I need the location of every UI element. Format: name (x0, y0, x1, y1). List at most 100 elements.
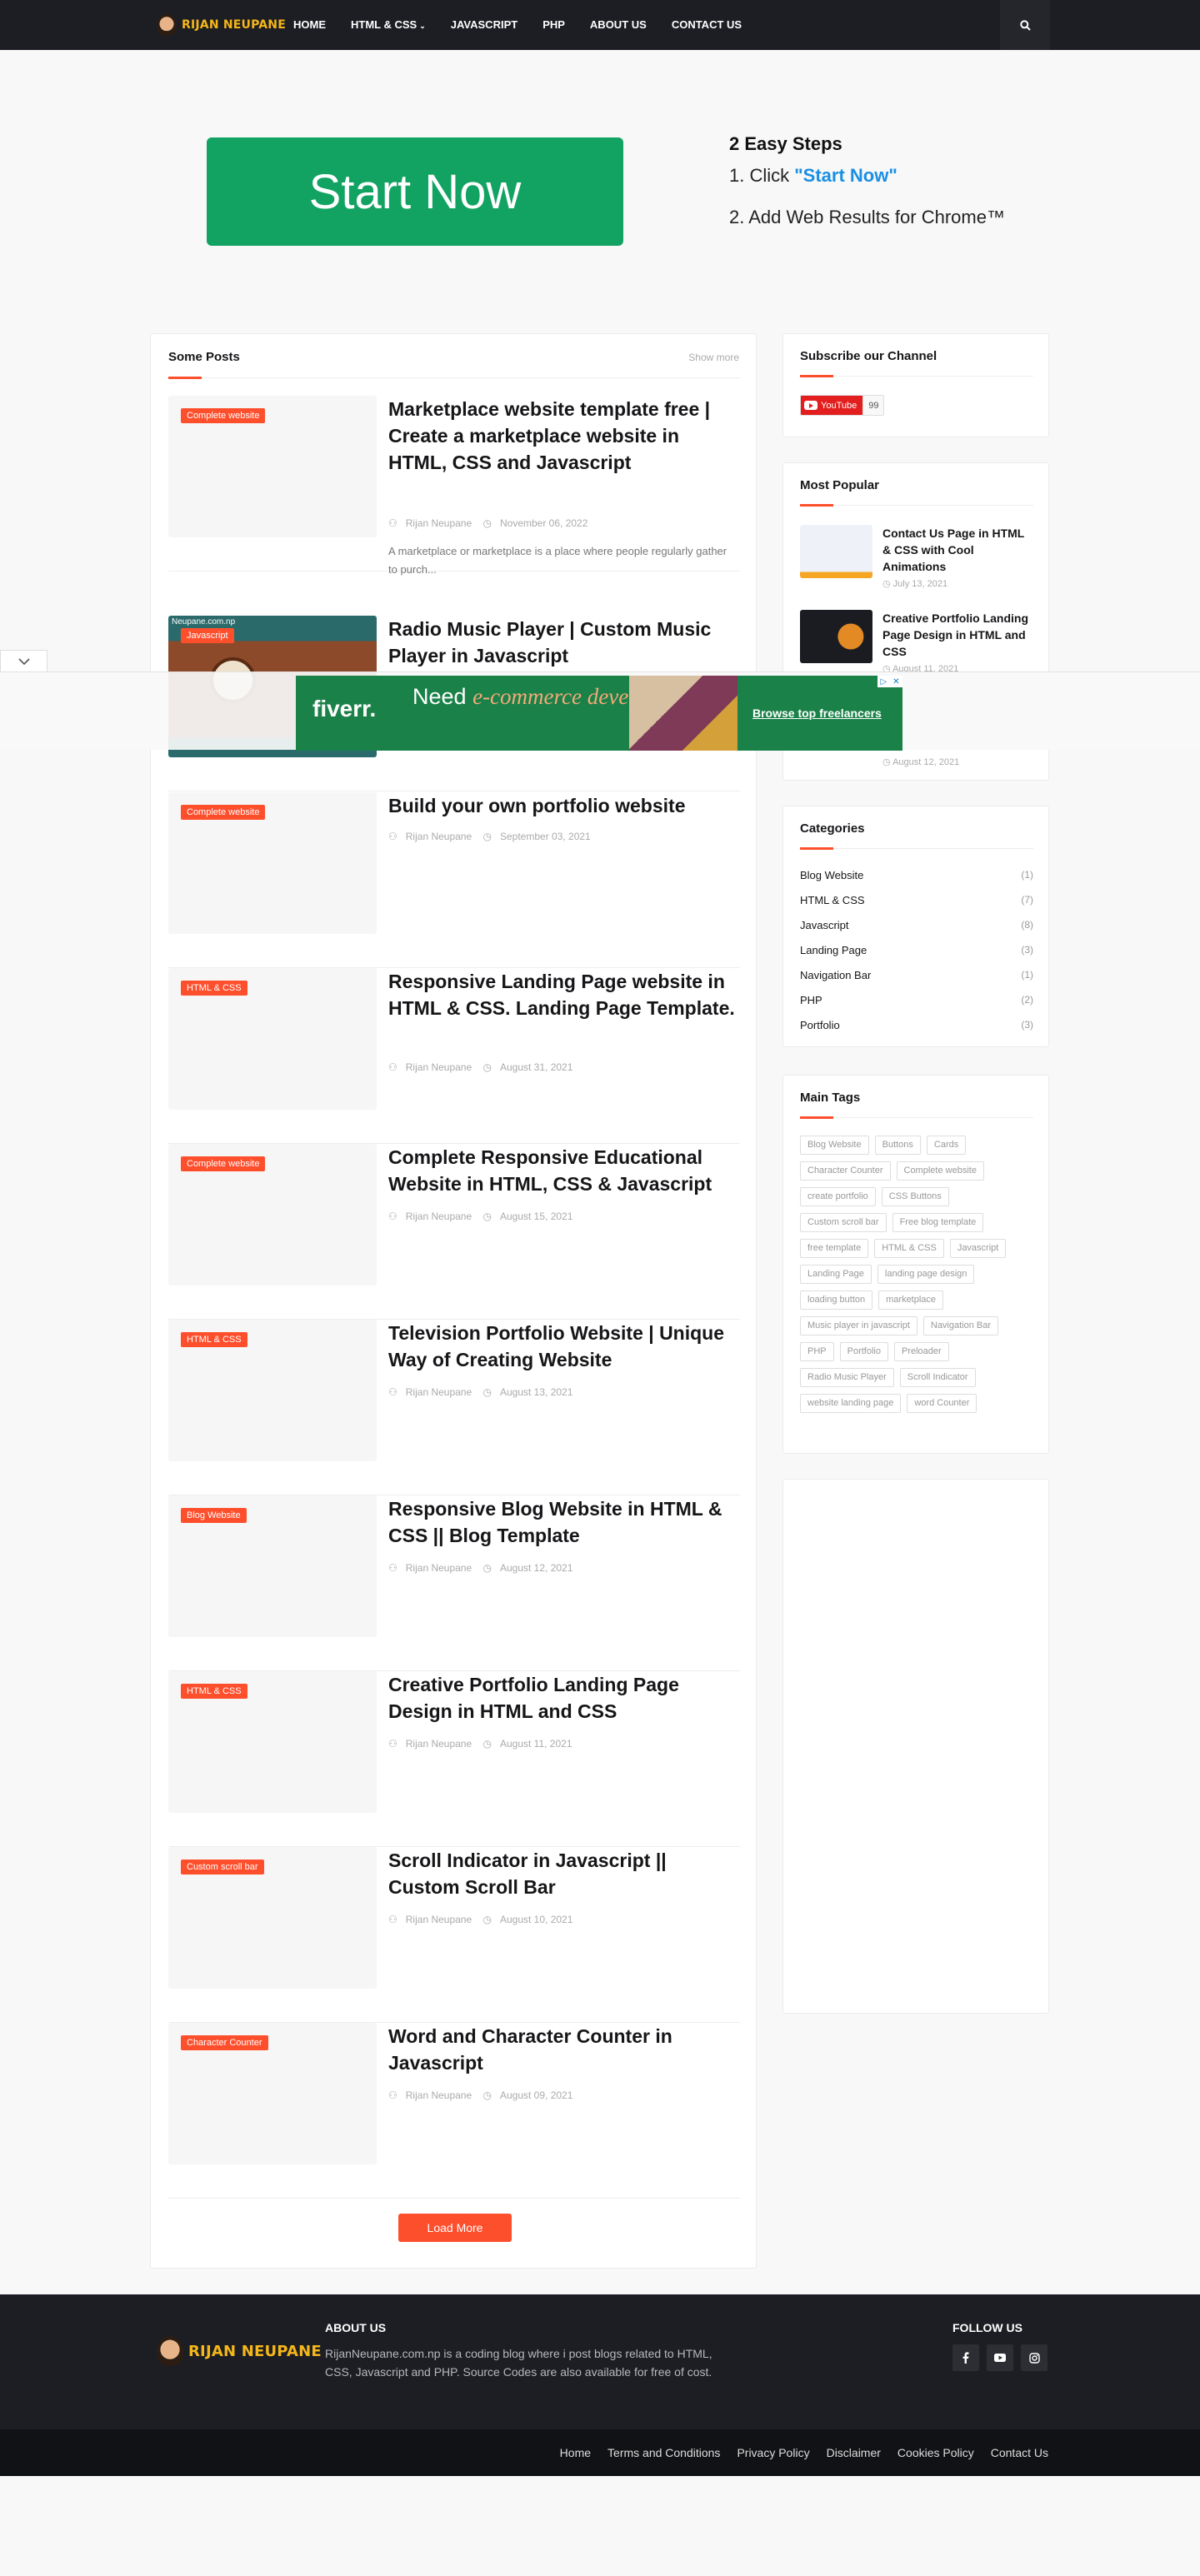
tag-link[interactable]: CSS Buttons (881, 1187, 949, 1206)
tag-link[interactable]: website landing page (800, 1394, 902, 1413)
tag-link[interactable]: create portfolio (800, 1187, 876, 1206)
category-item[interactable]: Landing Page (3) (800, 944, 1033, 964)
tag-link[interactable]: Free blog template (892, 1213, 984, 1232)
post-title[interactable]: Creative Portfolio Landing Page Design i… (388, 1671, 738, 1725)
instagram-button[interactable] (1021, 2344, 1048, 2371)
youtube-subscribe-button[interactable]: YouTube 99 (800, 395, 885, 416)
footer-link-terms[interactable]: Terms and Conditions (608, 2446, 720, 2459)
tag-link[interactable]: free template (800, 1239, 869, 1258)
fiverr-ad[interactable]: fiverr. Need e-commerce development? Bro… (296, 676, 902, 751)
tag-link[interactable]: Cards (926, 1136, 967, 1155)
tag-link[interactable]: Complete website (896, 1161, 984, 1181)
post-date: November 06, 2022 (499, 517, 588, 529)
popular-post[interactable]: Creative Portfolio Landing Page Design i… (800, 610, 1033, 676)
footer-link-contact[interactable]: Contact Us (991, 2446, 1048, 2459)
post-title[interactable]: Marketplace website template free | Crea… (388, 396, 738, 476)
fiverr-need: Need (412, 684, 467, 709)
post-date: August 15, 2021 (499, 1211, 573, 1222)
post-thumbnail[interactable]: HTML & CSS (168, 968, 377, 1110)
tag-link[interactable]: Landing Page (800, 1265, 872, 1284)
tag-link[interactable]: word Counter (907, 1394, 978, 1413)
post-title[interactable]: Television Portfolio Website | Unique Wa… (388, 1320, 738, 1373)
footer-logo[interactable]: RIJAN NEUPANE (157, 2336, 322, 2366)
collapse-ad-button[interactable] (0, 650, 48, 671)
popular-thumbnail (800, 525, 872, 578)
post-category-tag[interactable]: HTML & CSS (181, 1684, 248, 1699)
category-item[interactable]: Navigation Bar (1) (800, 969, 1033, 989)
category-item[interactable]: PHP (2) (800, 994, 1033, 1014)
post-thumbnail[interactable]: Complete website (168, 1144, 377, 1286)
post-item: Character Counter Word and Character Cou… (168, 2023, 740, 2199)
tag-link[interactable]: Buttons (874, 1136, 921, 1155)
post-thumbnail[interactable]: Character Counter (168, 2023, 377, 2164)
category-item[interactable]: Blog Website (1) (800, 869, 1033, 889)
post-title[interactable]: Build your own portfolio website (388, 792, 738, 819)
nav-home[interactable]: HOME (293, 0, 326, 50)
tag-link[interactable]: HTML & CSS (874, 1239, 944, 1258)
tag-link[interactable]: Scroll Indicator (899, 1368, 976, 1387)
post-thumbnail[interactable]: Complete website (168, 396, 377, 537)
ad-steps-title: 2 Easy Steps (729, 133, 842, 154)
facebook-button[interactable] (952, 2344, 979, 2371)
post-category-tag[interactable]: Custom scroll bar (181, 1860, 264, 1875)
load-more-button[interactable]: Load More (398, 2214, 512, 2242)
ad-close-controls[interactable]: ▷ ✕ (878, 676, 902, 687)
popular-post[interactable]: Contact Us Page in HTML & CSS with Cool … (800, 525, 1033, 592)
tag-link[interactable]: PHP (800, 1342, 834, 1361)
tag-link[interactable]: Portfolio (839, 1342, 888, 1361)
post-category-tag[interactable]: Complete website (181, 805, 266, 820)
footer-link-cookies[interactable]: Cookies Policy (898, 2446, 974, 2459)
show-more-link[interactable]: Show more (688, 352, 739, 363)
search-button[interactable] (1000, 0, 1050, 50)
post-category-tag[interactable]: Character Counter (181, 2035, 268, 2050)
facebook-icon (962, 2352, 969, 2364)
tag-link[interactable]: Navigation Bar (922, 1316, 999, 1335)
post-thumbnail[interactable]: HTML & CSS (168, 1671, 377, 1813)
post-category-tag[interactable]: Javascript (181, 628, 234, 643)
post-thumbnail[interactable]: Blog Website (168, 1495, 377, 1637)
nav-contact-us[interactable]: CONTACT US (672, 0, 742, 50)
post-title[interactable]: Responsive Landing Page website in HTML … (388, 968, 738, 1021)
category-item[interactable]: Javascript (8) (800, 919, 1033, 939)
fiverr-browse-link[interactable]: Browse top freelancers (752, 706, 882, 720)
nav-javascript[interactable]: JAVASCRIPT (451, 0, 518, 50)
site-logo[interactable]: RIJAN NEUPANE (157, 12, 286, 37)
footer-link-home[interactable]: Home (560, 2446, 591, 2459)
ad-step-1-link[interactable]: "Start Now" (794, 165, 898, 186)
post-thumbnail[interactable]: Complete website (168, 792, 377, 934)
footer-link-disclaimer[interactable]: Disclaimer (827, 2446, 881, 2459)
post-category-tag[interactable]: Complete website (181, 408, 266, 423)
category-item[interactable]: HTML & CSS (7) (800, 894, 1033, 914)
tag-link[interactable]: marketplace (878, 1290, 944, 1310)
post-title[interactable]: Scroll Indicator in Javascript || Custom… (388, 1847, 738, 1900)
post-category-tag[interactable]: HTML & CSS (181, 981, 248, 996)
category-item[interactable]: Portfolio (3) (800, 1019, 1033, 1039)
post-category-tag[interactable]: Complete website (181, 1156, 266, 1171)
tag-link[interactable]: Preloader (893, 1342, 949, 1361)
tag-link[interactable]: landing page design (877, 1265, 975, 1284)
footer-link-privacy[interactable]: Privacy Policy (737, 2446, 809, 2459)
tag-link[interactable]: Blog Website (800, 1136, 869, 1155)
tag-link[interactable]: Javascript (949, 1239, 1007, 1258)
tag-link[interactable]: Radio Music Player (800, 1368, 894, 1387)
youtube-button[interactable] (987, 2344, 1013, 2371)
tag-link[interactable]: Music player in javascript (800, 1316, 918, 1335)
tag-link[interactable]: Custom scroll bar (800, 1213, 887, 1232)
tag-link[interactable]: Character Counter (800, 1161, 891, 1181)
youtube-icon (994, 2354, 1006, 2362)
post-title[interactable]: Responsive Blog Website in HTML & CSS ||… (388, 1495, 738, 1549)
nav-html-css[interactable]: HTML & CSS ⌄ (351, 0, 426, 50)
start-now-button[interactable]: Start Now (207, 137, 623, 246)
post-title[interactable]: Complete Responsive Educational Website … (388, 1144, 738, 1197)
close-icon: ✕ (892, 676, 900, 686)
post-title[interactable]: Word and Character Counter in Javascript (388, 2023, 738, 2076)
post-thumbnail[interactable]: HTML & CSS (168, 1320, 377, 1461)
post-title[interactable]: Radio Music Player | Custom Music Player… (388, 616, 738, 669)
nav-php[interactable]: PHP (542, 0, 565, 50)
post-thumbnail[interactable]: Custom scroll bar (168, 1847, 377, 1989)
nav-about-us[interactable]: ABOUT US (590, 0, 647, 50)
post-category-tag[interactable]: Blog Website (181, 1508, 247, 1523)
category-name: Blog Website (800, 869, 864, 881)
post-category-tag[interactable]: HTML & CSS (181, 1332, 248, 1347)
tag-link[interactable]: loading button (800, 1290, 873, 1310)
